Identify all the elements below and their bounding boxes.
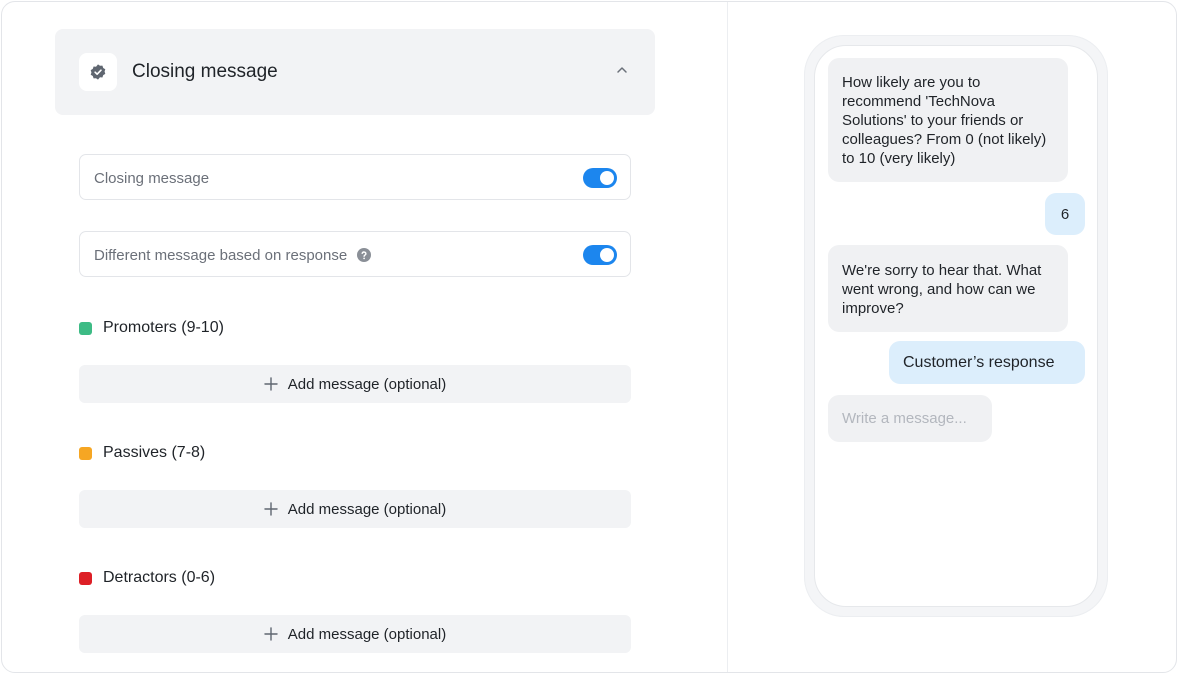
different-message-toggle[interactable] [583,245,617,265]
verified-badge-icon [90,64,106,80]
closing-message-label: Closing message [94,170,210,187]
section-title: Closing message [132,61,278,82]
detractors-group-label: Detractors (0-6) [79,569,215,587]
bot-message-bubble: We're sorry to hear that. What went wron… [828,245,1068,332]
header-icon-container [79,53,117,91]
bot-message-bubble: How likely are you to recommend 'TechNov… [828,58,1068,182]
plus-icon [264,502,278,516]
promoters-color-dot [79,321,92,335]
promoters-group-label: Promoters (9-10) [79,319,224,337]
plus-icon [264,377,278,391]
passives-label: Passives (7-8) [103,444,206,461]
message-input[interactable] [828,395,992,442]
detractors-label: Detractors (0-6) [103,569,216,586]
plus-icon [264,627,278,641]
passives-add-label: Add message (optional) [287,500,447,518]
main-frame: Closing message Closing message Differen… [1,1,1177,673]
closing-message-setting: Closing message [79,154,631,200]
detractors-color-dot [79,571,92,585]
promoters-add-message-button[interactable]: Add message (optional) [79,365,631,403]
detractors-add-label: Add message (optional) [287,625,447,643]
closing-message-toggle[interactable] [583,168,617,188]
passives-group-label: Passives (7-8) [79,444,205,462]
question-circle-icon[interactable] [357,248,372,262]
user-message-bubble: 6 [1045,193,1085,235]
different-message-setting: Different message based on response [79,231,631,277]
different-message-label-wrap: Different message based on response [94,247,372,264]
promoters-add-label: Add message (optional) [287,375,447,393]
different-message-label: Different message based on response [94,247,348,264]
passives-add-message-button[interactable]: Add message (optional) [79,490,631,528]
chevron-up-icon[interactable] [615,63,629,77]
closing-message-section-header[interactable]: Closing message [55,29,655,115]
panel-divider [727,2,728,672]
promoters-label: Promoters (9-10) [103,319,224,336]
user-message-bubble: Customer’s response [889,341,1085,384]
detractors-add-message-button[interactable]: Add message (optional) [79,615,631,653]
passives-color-dot [79,446,92,460]
